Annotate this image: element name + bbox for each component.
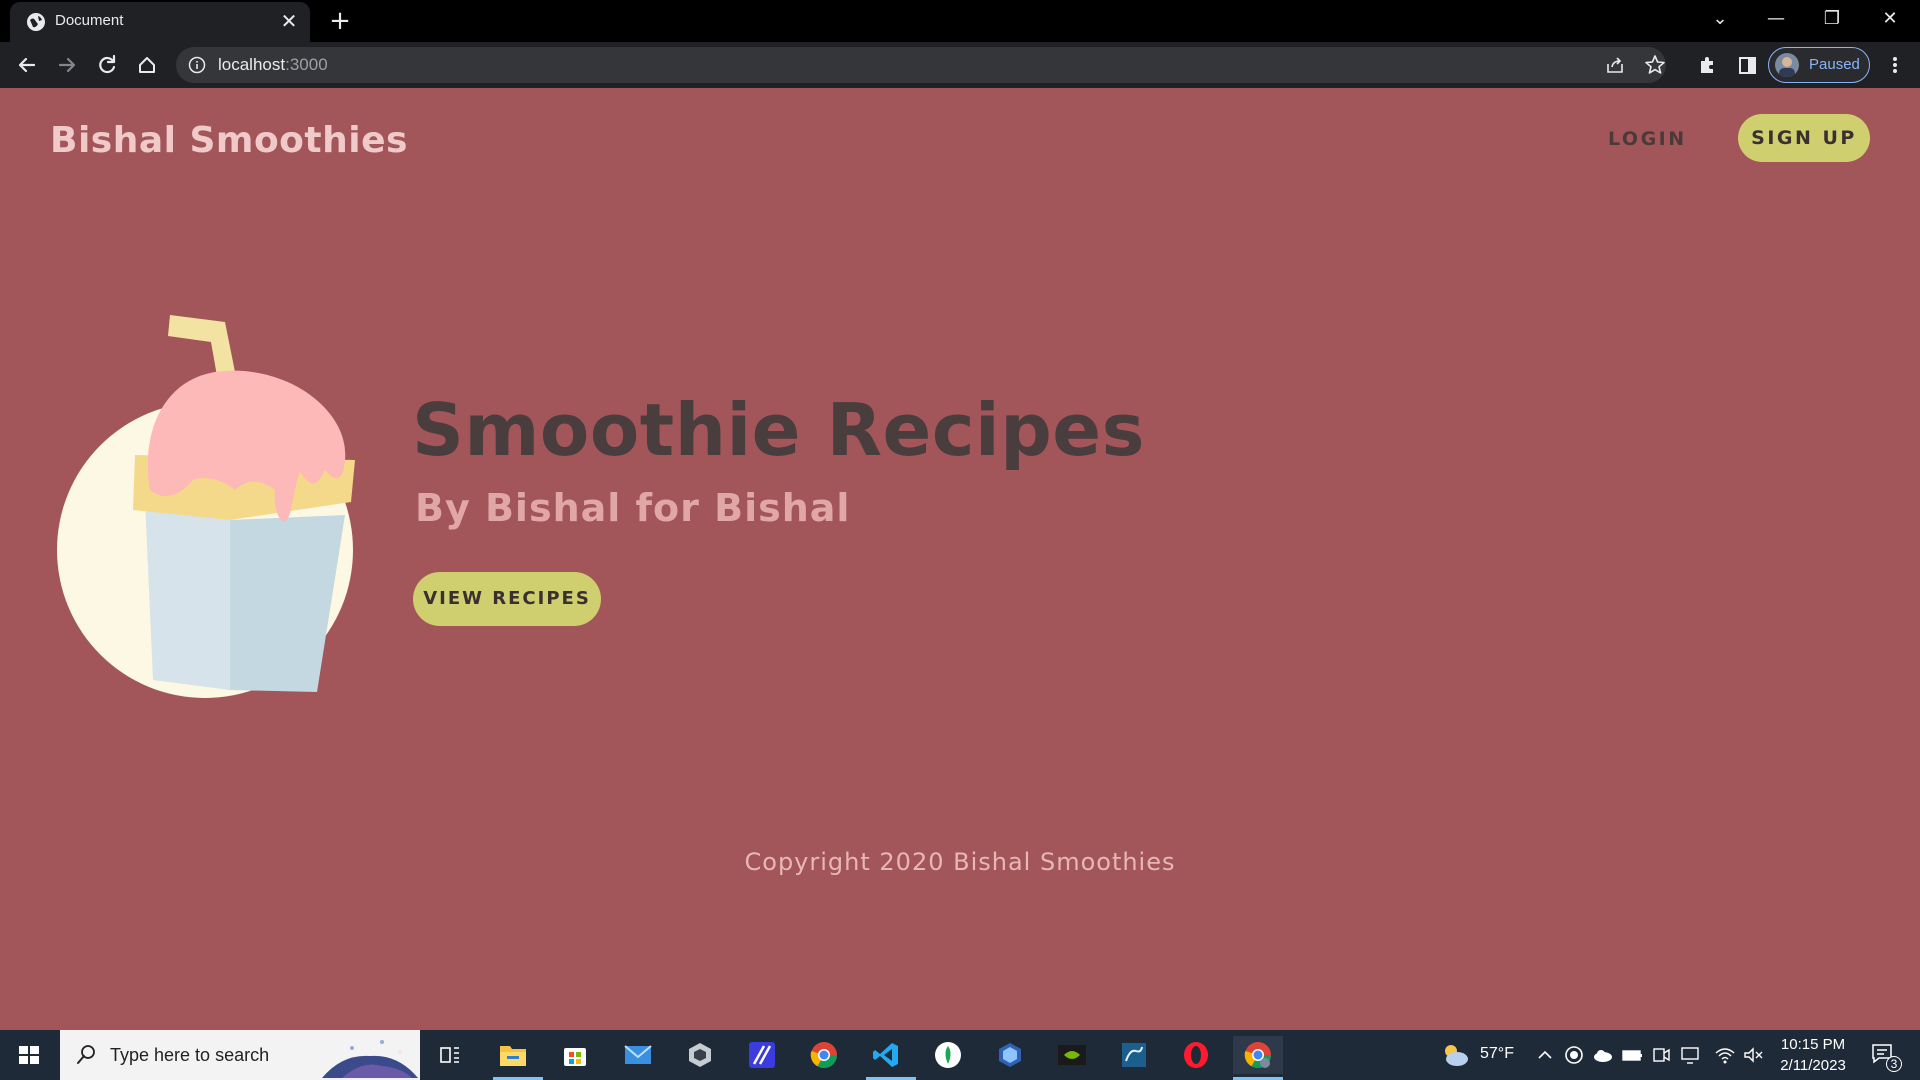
task-view-icon[interactable] [430, 1036, 470, 1074]
system-clock[interactable]: 10:15 PM 2/11/2023 [1768, 1034, 1858, 1076]
profile-status: Paused [1809, 56, 1860, 73]
search-placeholder: Type here to search [110, 1045, 270, 1065]
address-bar[interactable]: localhost:3000 [176, 47, 1666, 83]
file-explorer-icon[interactable] [493, 1036, 543, 1080]
clock-date: 2/11/2023 [1780, 1057, 1846, 1074]
search-icon [77, 1045, 95, 1064]
nvidia-icon[interactable] [1052, 1036, 1092, 1074]
affinity-icon[interactable] [742, 1036, 782, 1074]
cup-right [230, 515, 345, 692]
straw-shape [168, 315, 235, 376]
chevron-up-icon[interactable] [1534, 1044, 1556, 1066]
extensions-puzzle-icon[interactable] [1692, 50, 1722, 80]
display-icon[interactable] [1679, 1044, 1701, 1066]
signup-button[interactable]: SIGN UP [1738, 114, 1870, 162]
wifi-icon[interactable] [1714, 1044, 1736, 1066]
vscode-icon[interactable] [866, 1036, 916, 1080]
chrome-icon[interactable] [804, 1036, 844, 1074]
avatar [1775, 53, 1799, 77]
smoothie-cup-illustration [57, 315, 355, 698]
microsoft-store-icon[interactable] [555, 1036, 595, 1074]
home-icon[interactable] [132, 50, 162, 80]
mongodb-compass-icon[interactable] [928, 1036, 968, 1074]
browser-toolbar: localhost:3000 Paused [0, 42, 1920, 88]
camera-icon[interactable] [1650, 1044, 1672, 1066]
notification-badge: 3 [1886, 1056, 1902, 1072]
forward-arrow-icon[interactable] [52, 50, 82, 80]
new-tab-button[interactable]: + [325, 6, 355, 36]
cup-left [145, 500, 230, 690]
browser-tab-strip: Document ✕ + ⌄ — ❐ ✕ [0, 0, 1920, 42]
share-icon[interactable] [1604, 54, 1626, 76]
mysql-workbench-icon[interactable] [1114, 1036, 1154, 1074]
hero-subtitle: By Bishal for Bishal [415, 486, 851, 530]
unity-icon[interactable] [680, 1036, 720, 1074]
url-text: localhost:3000 [218, 55, 328, 75]
view-recipes-button[interactable]: VIEW RECIPES [413, 572, 601, 626]
volume-muted-icon[interactable] [1742, 1044, 1764, 1066]
close-tab-icon[interactable]: ✕ [278, 10, 300, 32]
profile-button[interactable]: Paused [1768, 47, 1870, 83]
url-port: :3000 [285, 55, 328, 74]
weather-temperature[interactable]: 57°F [1480, 1045, 1514, 1063]
site-info-icon[interactable] [188, 56, 206, 74]
bookmark-star-icon[interactable] [1644, 54, 1666, 76]
web-page: Bishal Smoothies LOGIN SIGN UP Smoothie … [0, 88, 1920, 1030]
footer-copyright: Copyright 2020 Bishal Smoothies [744, 848, 1176, 876]
kebab-menu-icon[interactable] [1880, 50, 1910, 80]
battery-icon[interactable] [1621, 1044, 1643, 1066]
opera-icon[interactable] [1176, 1036, 1216, 1074]
chrome-active-window-icon[interactable] [1233, 1036, 1283, 1080]
tab-search-chevron-icon[interactable]: ⌄ [1700, 4, 1740, 34]
clock-time: 10:15 PM [1780, 1036, 1846, 1053]
minimize-button[interactable]: — [1756, 4, 1796, 34]
windows-start-icon[interactable] [0, 1030, 58, 1080]
back-arrow-icon[interactable] [12, 50, 42, 80]
login-link[interactable]: LOGIN [1608, 128, 1687, 150]
reload-icon[interactable] [92, 50, 122, 80]
brand-logo-text[interactable]: Bishal Smoothies [50, 120, 408, 161]
onedrive-cloud-icon[interactable] [1592, 1044, 1614, 1066]
globe-icon [27, 13, 45, 31]
side-panel-icon[interactable] [1732, 50, 1762, 80]
close-window-button[interactable]: ✕ [1870, 4, 1910, 34]
taskbar-search-box[interactable]: Type here to search [60, 1030, 420, 1080]
weather-cloud-icon[interactable] [1440, 1040, 1470, 1070]
hero-title: Smoothie Recipes [412, 388, 1145, 472]
search-highlight-image [322, 1040, 418, 1078]
mail-icon[interactable] [618, 1036, 658, 1074]
browser-tab[interactable]: Document ✕ [10, 2, 310, 42]
tab-title: Document [55, 12, 124, 29]
url-host: localhost [218, 55, 286, 74]
windows-taskbar: Type here to search 57°F 10:15 PM 2/11/2… [0, 1030, 1920, 1080]
restore-button[interactable]: ❐ [1812, 4, 1852, 34]
record-icon[interactable] [1563, 1044, 1585, 1066]
virtualbox-icon[interactable] [990, 1036, 1030, 1074]
